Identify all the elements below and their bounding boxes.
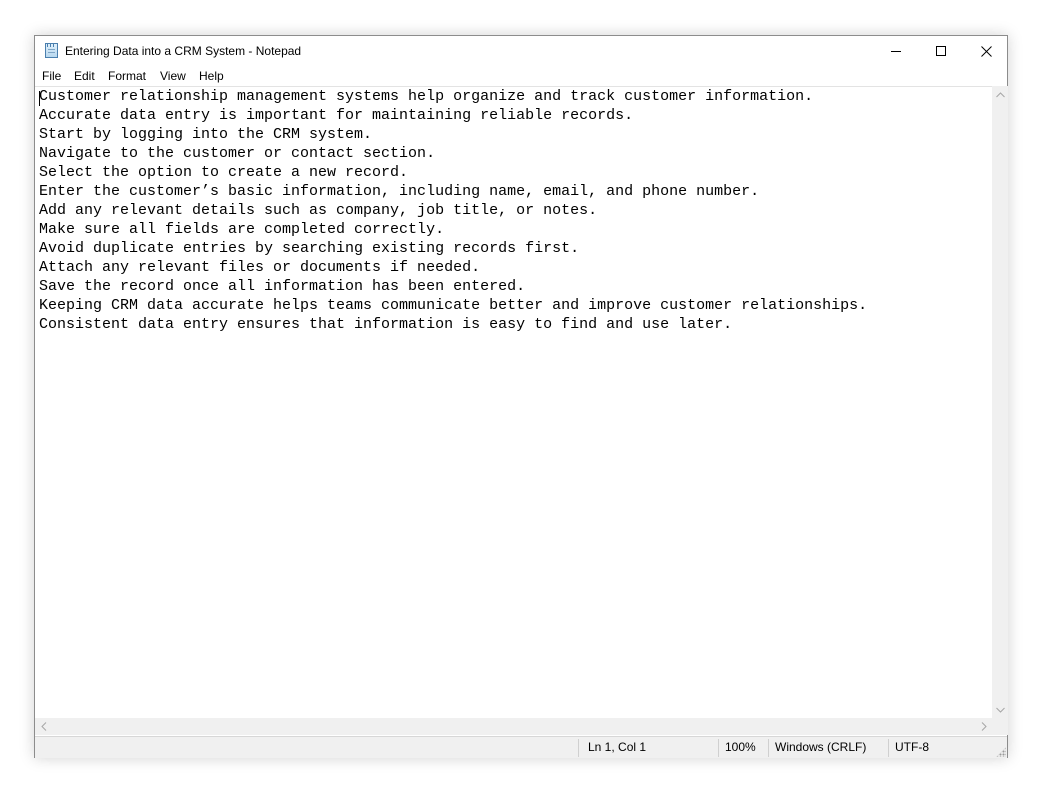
status-separator [718,739,719,757]
maximize-button[interactable] [918,36,964,66]
text-line: Accurate data entry is important for mai… [39,107,634,124]
scroll-up-button[interactable] [992,86,1008,103]
text-line: Add any relevant details such as company… [39,202,598,219]
scroll-down-button[interactable] [992,701,1008,718]
text-line: Attach any relevant files or documents i… [39,259,481,276]
status-encoding: UTF-8 [895,740,929,754]
status-separator [578,739,579,757]
window-title: Entering Data into a CRM System - Notepa… [65,44,302,58]
menu-file[interactable]: File [42,66,61,86]
chevron-left-icon [40,722,46,731]
text-line: Start by logging into the CRM system. [39,126,373,143]
horizontal-scrollbar[interactable] [35,718,992,735]
minimize-button[interactable] [873,36,919,66]
resize-grip[interactable] [996,747,1006,757]
scrollbar-corner [992,718,1008,735]
close-icon [980,45,992,57]
minimize-icon [891,51,901,52]
close-button[interactable] [963,36,1009,66]
text-line: Enter the customer’s basic information, … [39,183,760,200]
status-bar: Ln 1, Col 1 100% Windows (CRLF) UTF-8 [35,736,1007,758]
text-line: Consistent data entry ensures that infor… [39,316,733,333]
scroll-right-button[interactable] [975,718,992,735]
chevron-down-icon [995,707,1005,713]
notepad-icon [45,43,58,58]
chevron-right-icon [981,722,987,731]
menu-bar: File Edit Format View Help [35,66,1007,86]
status-separator [768,739,769,757]
chevron-up-icon [995,91,1005,97]
text-line: Select the option to create a new record… [39,164,409,181]
menu-edit[interactable]: Edit [74,66,95,86]
text-line: Make sure all fields are completed corre… [39,221,445,238]
text-line: Save the record once all information has… [39,278,526,295]
menu-help[interactable]: Help [199,66,224,86]
maximize-icon [936,46,946,56]
text-line: Avoid duplicate entries by searching exi… [39,240,580,257]
status-separator [888,739,889,757]
notepad-window: Entering Data into a CRM System - Notepa… [34,35,1008,758]
status-zoom: 100% [725,740,756,754]
status-position: Ln 1, Col 1 [588,740,647,754]
text-line: Keeping CRM data accurate helps teams co… [39,297,868,314]
title-bar[interactable]: Entering Data into a CRM System - Notepa… [35,36,1007,66]
scroll-left-button[interactable] [35,718,52,735]
text-editor[interactable]: Customer relationship management systems… [35,86,992,718]
text-line: Navigate to the customer or contact sect… [39,145,436,162]
text-line: Customer relationship management systems… [39,88,814,105]
menu-view[interactable]: View [160,66,186,86]
vertical-scrollbar[interactable] [992,86,1008,718]
status-line-ending: Windows (CRLF) [775,740,867,754]
menu-format[interactable]: Format [108,66,146,86]
